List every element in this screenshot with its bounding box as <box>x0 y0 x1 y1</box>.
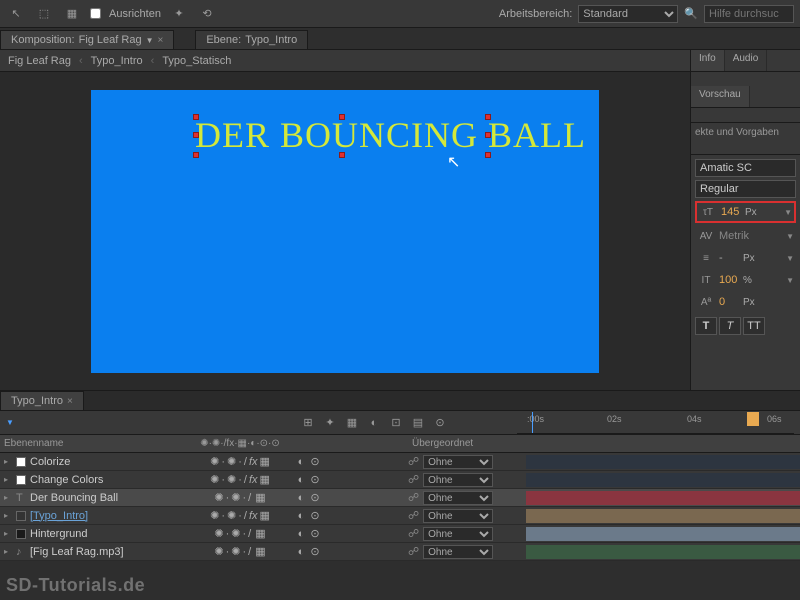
tool-icon[interactable]: ◐ <box>365 414 383 432</box>
tool-icon[interactable]: ⊞ <box>299 414 317 432</box>
panel-tabs: Info Audio <box>691 50 800 72</box>
timeline-tab[interactable]: Typo_Intro × <box>0 391 84 410</box>
chevron-down-icon[interactable]: ▼ <box>786 276 794 285</box>
ruler-tick: 06s <box>767 414 782 424</box>
tool-icon[interactable]: ⟲ <box>197 4 217 24</box>
composition-tabs: Komposition: Fig Leaf Rag ▼ × Ebene: Typ… <box>0 28 800 50</box>
switches-header: ✺·✺·/fx·▦·◐·⊙·⊙ <box>185 438 295 449</box>
breadcrumb: Fig Leaf Rag ‹ Typo_Intro ‹ Typo_Statisc… <box>0 50 690 72</box>
layer-row[interactable]: ▸TDer Bouncing Ball ✺·✺·/▦ ◐⊙ ☍Ohne <box>0 489 800 507</box>
ruler-tick: :00s <box>527 414 544 424</box>
effects-label: ekte und Vorgaben <box>695 127 796 138</box>
scale-icon: IT <box>697 273 715 287</box>
selection-handle[interactable] <box>339 152 345 158</box>
ruler-tick: 02s <box>607 414 622 424</box>
allcaps-button[interactable]: TT <box>743 317 765 335</box>
bold-button[interactable]: T <box>695 317 717 335</box>
layer-row[interactable]: ▸[Typo_Intro] ✺·✺·/fx▦ ◐⊙ ☍Ohne <box>0 507 800 525</box>
tab-info[interactable]: Info <box>691 50 725 71</box>
snap-icon[interactable]: ✦ <box>169 4 189 24</box>
timeline-header: Ebenenname ✺·✺·/fx·▦·◐·⊙·⊙ Übergeordnet <box>0 435 800 453</box>
chevron-icon: ‹ <box>151 55 155 67</box>
layer-row[interactable]: ▸Hintergrund ✺·✺·/▦ ◐⊙ ☍Ohne <box>0 525 800 543</box>
tool-icon[interactable]: ⬚ <box>34 4 54 24</box>
font-size-row: τT 145 Px ▼ <box>695 201 796 223</box>
tool-icon[interactable]: ▦ <box>62 4 82 24</box>
search-icon: 🔍 <box>684 7 698 20</box>
tool-icon[interactable]: ⊡ <box>387 414 405 432</box>
time-display[interactable]: ▼ <box>6 418 14 427</box>
align-label: Ausrichten <box>109 8 161 20</box>
time-marker[interactable] <box>747 412 759 426</box>
composition-viewer: Fig Leaf Rag ‹ Typo_Intro ‹ Typo_Statisc… <box>0 50 690 390</box>
watermark: SD-Tutorials.de <box>6 575 145 596</box>
breadcrumb-item[interactable]: Typo_Intro <box>91 55 143 67</box>
selection-handle[interactable] <box>193 152 199 158</box>
tool-icon[interactable]: ✦ <box>321 414 339 432</box>
font-size-value[interactable]: 145 <box>721 206 741 218</box>
layer-row[interactable]: ▸♪[Fig Leaf Rag.mp3] ✺·✺·/▦ ◐⊙ ☍Ohne <box>0 543 800 561</box>
selection-handle[interactable] <box>485 114 491 120</box>
right-panel: Info Audio Vorschau ekte und Vorgaben Am… <box>690 50 800 390</box>
italic-button[interactable]: T <box>719 317 741 335</box>
tool-icon[interactable]: ⊙ <box>431 414 449 432</box>
chevron-icon: ‹ <box>79 55 83 67</box>
font-family-select[interactable]: Amatic SC <box>695 159 796 177</box>
help-search-input[interactable] <box>704 5 794 23</box>
tool-icon[interactable]: ↖ <box>6 4 26 24</box>
breadcrumb-item[interactable]: Fig Leaf Rag <box>8 55 71 67</box>
panel-tabs: Vorschau <box>691 86 800 108</box>
align-checkbox[interactable] <box>90 8 101 19</box>
selection-handle[interactable] <box>193 114 199 120</box>
tool-icon[interactable]: ▦ <box>343 414 361 432</box>
workspace-label: Arbeitsbereich: <box>499 8 572 20</box>
chevron-down-icon[interactable]: ▼ <box>786 254 794 263</box>
chevron-down-icon[interactable]: ▼ <box>784 208 792 217</box>
playhead[interactable] <box>532 412 533 433</box>
selection-handle[interactable] <box>485 152 491 158</box>
selection-handle[interactable] <box>485 132 491 138</box>
cursor-icon: ↖ <box>447 152 460 172</box>
timeline-panel: Typo_Intro × ▼ ⊞ ✦ ▦ ◐ ⊡ ▤ ⊙ :00s 02s 04… <box>0 390 800 600</box>
kerning-icon: A͏V <box>697 229 715 243</box>
breadcrumb-item[interactable]: Typo_Statisch <box>162 55 231 67</box>
chevron-down-icon[interactable]: ▼ <box>786 232 794 241</box>
ruler-tick: 04s <box>687 414 702 424</box>
chevron-down-icon[interactable]: ▼ <box>146 36 154 45</box>
close-icon[interactable]: × <box>158 35 164 46</box>
font-size-icon: τT <box>699 205 717 219</box>
text-layer[interactable]: DER BOUNCING BALL <box>195 114 586 156</box>
tool-icon[interactable]: ▤ <box>409 414 427 432</box>
workspace-select[interactable]: Standard <box>578 5 678 23</box>
selection-handle[interactable] <box>193 132 199 138</box>
composition-tab[interactable]: Komposition: Fig Leaf Rag ▼ × <box>0 30 174 49</box>
close-icon[interactable]: × <box>67 396 73 407</box>
baseline-icon: Aª <box>697 295 715 309</box>
top-toolbar: ↖ ⬚ ▦ Ausrichten ✦ ⟲ Arbeitsbereich: Sta… <box>0 0 800 28</box>
layer-row[interactable]: ▸Colorize ✺·✺·/fx▦ ◐⊙ ☍Ohne <box>0 453 800 471</box>
layer-tab[interactable]: Ebene: Typo_Intro <box>195 30 308 49</box>
composition-canvas[interactable]: DER BOUNCING BALL ↖ <box>91 90 599 373</box>
tab-preview[interactable]: Vorschau <box>691 86 750 107</box>
layer-row[interactable]: ▸Change Colors ✺·✺·/fx▦ ◐⊙ ☍Ohne <box>0 471 800 489</box>
selection-handle[interactable] <box>339 114 345 120</box>
leading-icon: ≡ <box>697 251 715 265</box>
tab-audio[interactable]: Audio <box>725 50 768 71</box>
font-style-select[interactable]: Regular <box>695 180 796 198</box>
